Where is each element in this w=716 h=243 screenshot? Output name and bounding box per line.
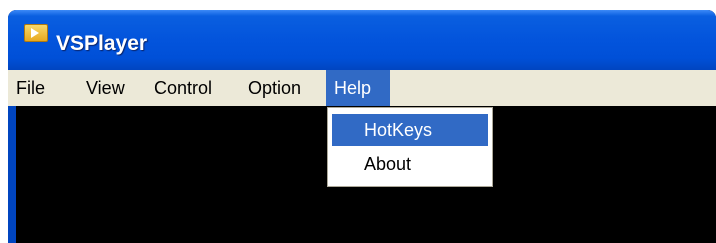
title-bar[interactable]: VSPlayer — [8, 10, 716, 70]
menu-item-hotkeys[interactable]: HotKeys — [332, 114, 488, 146]
menu-bar: File View Control Option Help — [8, 70, 716, 106]
help-dropdown-menu: HotKeys About — [327, 107, 493, 187]
player-app-icon — [24, 24, 48, 42]
window-title: VSPlayer — [56, 32, 148, 55]
window-frame-left — [8, 106, 16, 243]
menu-help[interactable]: Help — [326, 70, 390, 106]
menu-item-about[interactable]: About — [332, 148, 488, 180]
menu-option[interactable]: Option — [240, 70, 309, 106]
menu-file[interactable]: File — [8, 70, 53, 106]
menu-view[interactable]: View — [78, 70, 133, 106]
menu-control[interactable]: Control — [146, 70, 220, 106]
